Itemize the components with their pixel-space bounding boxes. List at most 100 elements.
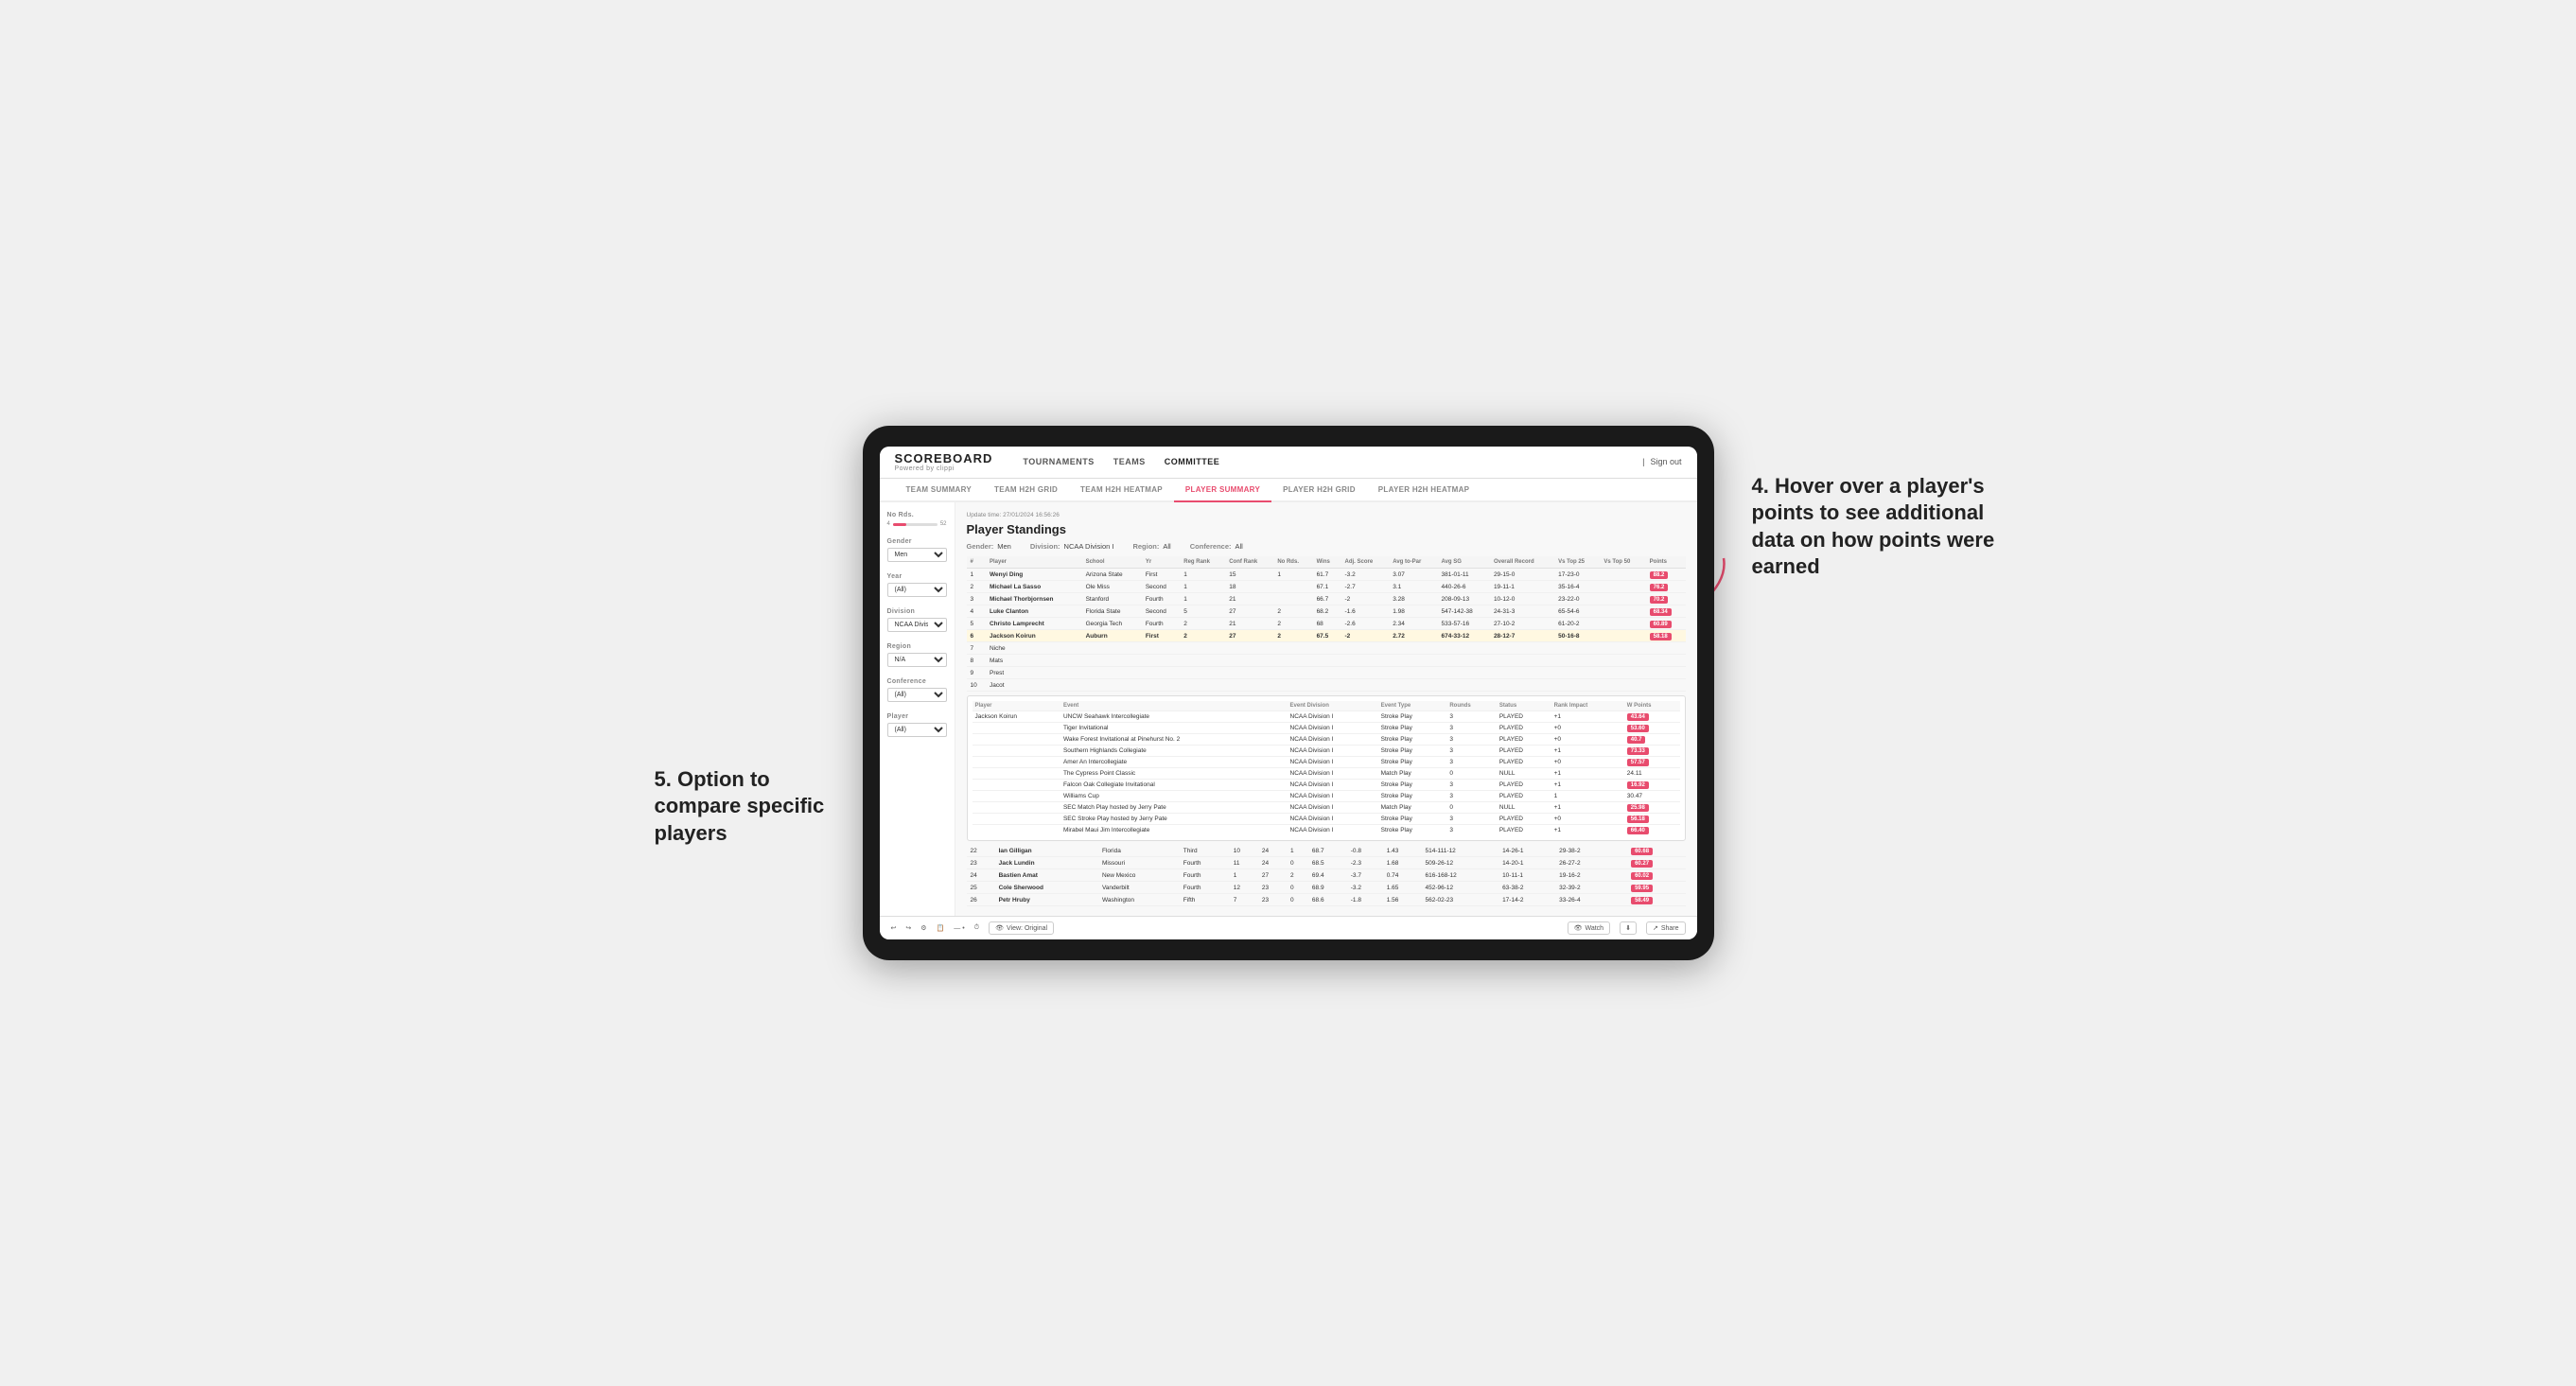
row-points[interactable]: 76.2 — [1646, 581, 1686, 593]
tooltip-row-division: NCAA Division I — [1288, 814, 1378, 825]
tab-team-summary[interactable]: TEAM SUMMARY — [895, 479, 984, 500]
add-row-avg-to-par: 1.43 — [1383, 845, 1422, 857]
row-conf-rank: 18 — [1225, 581, 1273, 593]
row-adj-score — [1341, 642, 1390, 655]
tab-player-h2h-heatmap[interactable]: PLAYER H2H HEATMAP — [1367, 479, 1481, 500]
add-row-points[interactable]: 58.49 — [1627, 894, 1685, 906]
toolbar-undo[interactable]: ↩ — [891, 924, 897, 932]
add-row-points[interactable]: 60.68 — [1627, 845, 1685, 857]
tooltip-row-event: Tiger Invitational — [1060, 723, 1288, 734]
toolbar-download[interactable]: ⬇ — [1620, 921, 1637, 935]
conference-select[interactable]: (All) — [887, 688, 947, 702]
tab-player-h2h-grid[interactable]: PLAYER H2H GRID — [1271, 479, 1367, 500]
player-select[interactable]: (All) — [887, 723, 947, 737]
tooltip-row-rounds: 0 — [1446, 802, 1497, 814]
no-rds-slider[interactable] — [893, 523, 938, 526]
tooltip-row-division: NCAA Division I — [1288, 757, 1378, 768]
row-points[interactable]: 88.2 — [1646, 569, 1686, 581]
toolbar-icon4[interactable]: ⏱ — [974, 924, 979, 932]
player-section: Player (All) — [887, 713, 947, 737]
add-row-adj-score: -0.8 — [1347, 845, 1383, 857]
tooltip-row-status: PLAYED — [1497, 711, 1551, 723]
row-points[interactable]: 68.34 — [1646, 605, 1686, 618]
gender-select[interactable]: Men Women — [887, 548, 947, 562]
tooltip-row-points: 24.11 — [1624, 768, 1680, 780]
tooltip-row-points: 30.47 — [1624, 791, 1680, 802]
nav-committee[interactable]: COMMITTEE — [1165, 453, 1220, 470]
row-wins: 67.5 — [1313, 630, 1341, 642]
row-overall — [1490, 667, 1554, 679]
row-points[interactable] — [1646, 679, 1686, 692]
nav-tournaments[interactable]: TOURNAMENTS — [1023, 453, 1094, 470]
toolbar-redo[interactable]: ↪ — [905, 924, 911, 932]
row-vs-top50 — [1600, 618, 1645, 630]
add-row-vs-top25: 29-38-2 — [1555, 845, 1612, 857]
row-no-rds — [1273, 581, 1312, 593]
row-points[interactable]: 70.2 — [1646, 593, 1686, 605]
tooltip-row-status: PLAYED — [1497, 780, 1551, 791]
region-select[interactable]: N/A — [887, 653, 947, 667]
tooltip-row-rounds: 3 — [1446, 746, 1497, 757]
tab-player-summary[interactable]: PLAYER SUMMARY — [1174, 479, 1271, 502]
tooltip-row-rounds: 3 — [1446, 711, 1497, 723]
toolbar-icon2[interactable]: 📋 — [937, 924, 945, 932]
add-row-reg-rank: 10 — [1230, 845, 1258, 857]
gender-section: Gender Men Women — [887, 538, 947, 562]
annotation-right: 4. Hover over a player's points to see a… — [1752, 473, 2017, 581]
tab-team-h2h-grid[interactable]: TEAM H2H GRID — [983, 479, 1069, 500]
row-rank: 6 — [967, 630, 986, 642]
share-icon: ↗ — [1653, 924, 1658, 932]
year-select[interactable]: (All) — [887, 583, 947, 597]
row-player: Christo Lamprecht — [986, 618, 1082, 630]
watch-icon: 👁 — [1574, 924, 1583, 932]
row-adj-score — [1341, 667, 1390, 679]
tooltip-row-type: Stroke Play — [1378, 825, 1447, 836]
row-overall — [1490, 655, 1554, 667]
filter-region: Region: All — [1132, 542, 1170, 551]
add-row-vs-top25: 33-26-4 — [1555, 894, 1612, 906]
row-points[interactable]: 60.89 — [1646, 618, 1686, 630]
share-btn[interactable]: ↗ Share — [1646, 921, 1686, 935]
tooltip-row-status: PLAYED — [1497, 791, 1551, 802]
conference-label: Conference — [887, 678, 947, 685]
tooltip-row-player — [973, 780, 1060, 791]
row-vs-top50 — [1600, 630, 1645, 642]
watch-btn[interactable]: 👁 Watch — [1568, 921, 1610, 935]
row-vs-top50 — [1600, 655, 1645, 667]
toolbar-icon1[interactable]: ⚙ — [920, 924, 926, 932]
tooltip-row-rounds: 3 — [1446, 825, 1497, 836]
tooltip-row-type: Stroke Play — [1378, 814, 1447, 825]
add-row-points[interactable]: 59.95 — [1627, 882, 1685, 894]
row-points[interactable] — [1646, 655, 1686, 667]
add-row-reg-rank: 7 — [1230, 894, 1258, 906]
add-row-points[interactable]: 60.02 — [1627, 869, 1685, 882]
add-row-vs-top25: 32-39-2 — [1555, 882, 1612, 894]
toolbar-icon3[interactable]: — • — [954, 925, 964, 932]
tooltip-row-division: NCAA Division I — [1288, 780, 1378, 791]
tooltip-row-points: 43.64 — [1624, 711, 1680, 723]
add-row-adj-score: -3.7 — [1347, 869, 1383, 882]
row-player: Niche — [986, 642, 1082, 655]
tooltip-row-status: PLAYED — [1497, 746, 1551, 757]
update-time: Update time: 27/01/2024 16:56:26 — [967, 512, 1686, 518]
row-yr: Fourth — [1142, 593, 1180, 605]
division-select[interactable]: NCAA Division I — [887, 618, 947, 632]
sign-out-link[interactable]: Sign out — [1650, 457, 1681, 466]
row-points[interactable]: 58.18 — [1646, 630, 1686, 642]
tooltip-row-event: Amer An Intercollegiate — [1060, 757, 1288, 768]
row-points[interactable] — [1646, 642, 1686, 655]
add-row-player: Bastien Amat — [995, 869, 1098, 882]
col-no-rds: No Rds. — [1273, 556, 1312, 569]
tooltip-row-rank-impact: +0 — [1551, 814, 1624, 825]
add-row-avg-sg: 509-26-12 — [1422, 857, 1499, 869]
nav-teams[interactable]: TEAMS — [1113, 453, 1146, 470]
row-player: Wenyi Ding — [986, 569, 1082, 581]
view-original-btn[interactable]: 👁 View: Original — [989, 921, 1054, 935]
header-right: | Sign out — [1642, 457, 1681, 466]
row-points[interactable] — [1646, 667, 1686, 679]
add-row-rank: 24 — [967, 869, 995, 882]
add-row-wins: 68.5 — [1308, 857, 1347, 869]
tab-team-h2h-heatmap[interactable]: TEAM H2H HEATMAP — [1069, 479, 1174, 500]
view-icon: 👁 — [995, 924, 1004, 932]
add-row-points[interactable]: 60.27 — [1627, 857, 1685, 869]
